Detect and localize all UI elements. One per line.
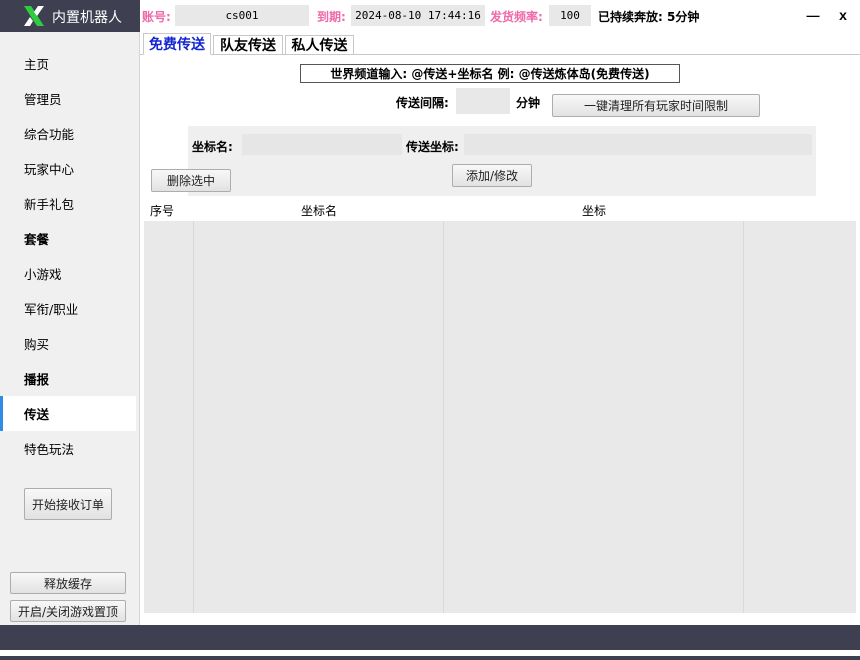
interval-label: 传送间隔:: [396, 96, 449, 110]
account-label: 账号:: [142, 10, 171, 24]
column-header-coord-name[interactable]: 坐标名: [301, 202, 337, 219]
top-status-bar: 账号: cs001 到期: 2024-08-10 17:44:16 发货频率: …: [140, 0, 860, 32]
interval-unit: 分钟: [516, 96, 541, 110]
sidebar-item-special[interactable]: 特色玩法: [0, 431, 136, 466]
sidebar-item-newbie-gift[interactable]: 新手礼包: [0, 186, 136, 221]
sidebar-item-buy[interactable]: 购买: [0, 326, 136, 361]
column-divider: [443, 221, 444, 613]
freq-label: 发货频率:: [490, 10, 543, 24]
coord-name-input[interactable]: [242, 134, 402, 155]
freq-value: 100: [549, 5, 591, 26]
sidebar-item-player-center[interactable]: 玩家中心: [0, 151, 136, 186]
expire-value: 2024-08-10 17:44:16: [351, 5, 485, 26]
delete-selected-button[interactable]: 删除选中: [151, 169, 231, 192]
minimize-icon: —: [806, 7, 820, 23]
expire-label: 到期:: [317, 10, 346, 24]
account-value: cs001: [175, 5, 309, 26]
teleport-table-body[interactable]: [144, 221, 856, 613]
sidebar-item-package[interactable]: 套餐: [0, 221, 136, 256]
app-logo: 内置机器人: [0, 0, 140, 32]
sidebar-item-home[interactable]: 主页: [0, 46, 136, 81]
column-header-coord[interactable]: 坐标: [582, 202, 606, 219]
sidebar-item-admin[interactable]: 管理员: [0, 81, 136, 116]
running-status: 已持续奔放: 5分钟: [598, 10, 700, 24]
sidebar: 主页 管理员 综合功能 玩家中心 新手礼包 套餐 小游戏 军衔/职业 购买 播报…: [0, 32, 140, 625]
usage-hint: 世界频道输入: @传送+坐标名 例: @传送炼体岛(免费传送): [300, 64, 680, 83]
column-divider: [193, 221, 194, 613]
column-divider: [743, 221, 744, 613]
release-cache-button[interactable]: 释放缓存: [10, 572, 126, 594]
column-header-index[interactable]: 序号: [150, 202, 174, 219]
table-header: 序号 坐标名 坐标: [144, 200, 856, 221]
interval-input[interactable]: [456, 88, 510, 114]
close-button[interactable]: x: [831, 4, 855, 26]
x-logo-icon: [24, 6, 44, 26]
tab-free-teleport[interactable]: 免费传送: [143, 33, 211, 55]
app-name: 内置机器人: [52, 10, 122, 26]
tab-private-teleport[interactable]: 私人传送: [285, 35, 354, 55]
sidebar-item-minigame[interactable]: 小游戏: [0, 256, 136, 291]
clear-time-limit-button[interactable]: 一键清理所有玩家时间限制: [552, 94, 760, 117]
sidebar-item-broadcast[interactable]: 播报: [0, 361, 136, 396]
coord-value-label: 传送坐标:: [406, 140, 459, 154]
sidebar-item-general[interactable]: 综合功能: [0, 116, 136, 151]
sidebar-item-rank-job[interactable]: 军衔/职业: [0, 291, 136, 326]
minimize-button[interactable]: —: [801, 4, 825, 26]
bottom-bar: [0, 625, 860, 650]
bottom-edge: [0, 656, 860, 660]
toggle-game-top-button[interactable]: 开启/关闭游戏置顶: [10, 600, 126, 622]
add-modify-button[interactable]: 添加/修改: [452, 164, 532, 187]
close-icon: x: [839, 7, 847, 23]
coord-name-label: 坐标名:: [192, 140, 233, 154]
tab-teammate-teleport[interactable]: 队友传送: [213, 35, 283, 55]
start-orders-button[interactable]: 开始接收订单: [24, 488, 112, 520]
coord-value-input[interactable]: [464, 134, 812, 155]
sidebar-item-teleport[interactable]: 传送: [0, 396, 136, 431]
